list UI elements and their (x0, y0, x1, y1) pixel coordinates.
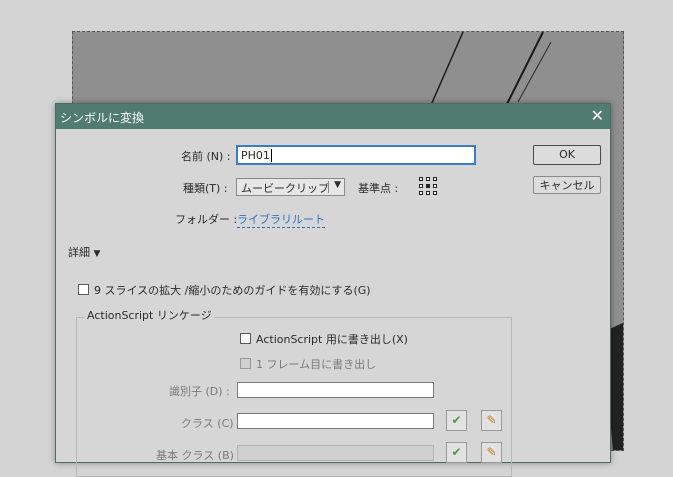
export-actionscript-label: ActionScript 用に書き出し(X) (256, 333, 408, 346)
cancel-button[interactable]: キャンセル (533, 176, 601, 194)
type-value: ムービークリップ (241, 182, 329, 195)
name-label: 名前 (N) : (181, 150, 231, 163)
base-class-input[interactable] (237, 445, 434, 461)
triangle-down-icon: ▼ (93, 249, 101, 259)
export-first-frame-label: 1 フレーム目に書き出し (256, 358, 377, 371)
type-label: 種類(T) : (183, 182, 228, 195)
base-class-label: 基本 クラス (B) : (156, 449, 242, 462)
registration-label: 基準点 : (358, 182, 399, 195)
nine-slice-checkbox[interactable] (78, 284, 89, 295)
details-label: 詳細 (68, 246, 90, 259)
export-first-frame-checkbox[interactable] (240, 358, 251, 369)
nine-slice-label: 9 スライスの拡大 /縮小のためのガイドを有効にする(G) (94, 284, 371, 297)
folder-link[interactable]: ライブラリルート (237, 211, 325, 228)
identifier-input[interactable] (237, 382, 434, 398)
folder-label: フォルダー : (175, 213, 238, 226)
name-value: PH01 (241, 149, 270, 162)
dialog-titlebar[interactable]: シンボルに変換 ✕ (56, 104, 610, 129)
pencil-icon[interactable]: ✎ (481, 410, 502, 431)
details-toggle[interactable]: 詳細 ▼ (68, 244, 100, 260)
identifier-label: 識別子 (D) : (169, 385, 230, 398)
class-input[interactable] (237, 413, 434, 429)
export-actionscript-checkbox[interactable] (240, 333, 251, 344)
convert-to-symbol-dialog: シンボルに変換 ✕ 名前 (N) : PH01 種類(T) : ムービークリップ… (55, 103, 611, 477)
base-pencil-icon[interactable]: ✎ (481, 442, 502, 463)
close-icon[interactable]: ✕ (591, 106, 604, 125)
dialog-title: シンボルに変換 (60, 111, 145, 125)
class-label: クラス (C) : (181, 417, 241, 430)
registration-grid[interactable] (419, 177, 441, 199)
check-icon[interactable]: ✔ (446, 410, 467, 431)
ok-button[interactable]: OK (533, 145, 601, 165)
base-check-icon[interactable]: ✔ (446, 442, 467, 463)
chevron-down-icon: ▼ (334, 180, 341, 190)
name-input[interactable]: PH01 (236, 145, 476, 165)
type-dropdown[interactable]: ムービークリップ ▼ (236, 178, 345, 196)
actionscript-group-title: ActionScript リンケージ (84, 307, 215, 323)
